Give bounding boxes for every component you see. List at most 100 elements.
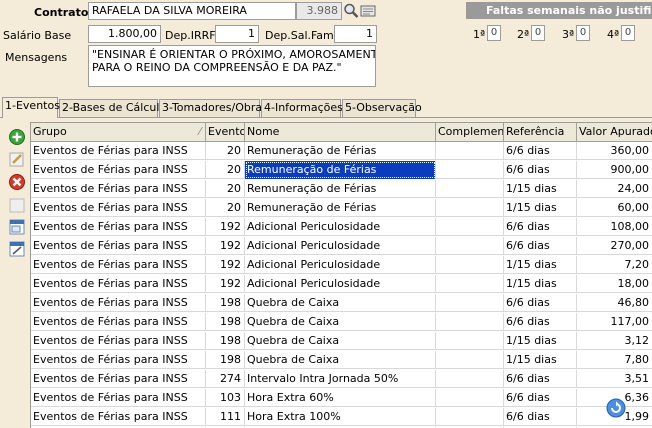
tab-tomadores-obras[interactable]: 3-Tomadores/Obras [159,99,268,117]
cell-valor[interactable]: 3,51 [577,370,652,388]
cell-referencia[interactable]: 1/15 dias [504,180,577,198]
cell-evento[interactable]: 192 [206,275,245,293]
search-icon[interactable] [343,2,359,20]
cell-complemento[interactable] [436,313,504,331]
cell-referencia[interactable]: 1/15 dias [504,199,577,217]
cell-referencia[interactable]: 6/6 dias [504,218,577,236]
cell-evento[interactable]: 103 [206,389,245,407]
cell-nome[interactable]: Remuneração de Férias [245,161,436,179]
cell-nome[interactable]: Adicional Periculosidade [245,256,436,274]
cell-referencia[interactable]: 6/6 dias [504,142,577,160]
cell-complemento[interactable] [436,370,504,388]
cell-valor[interactable]: 24,00 [577,180,652,198]
week-4-field[interactable]: 0 [621,25,635,41]
table-row[interactable]: Eventos de Férias para INSS 20 Remuneração… [31,180,652,198]
cell-evento[interactable]: 192 [206,218,245,236]
cell-complemento[interactable] [436,351,504,369]
cell-evento[interactable]: 192 [206,237,245,255]
tab-eventos[interactable]: 1-Eventos [2,97,60,118]
cell-grupo[interactable]: Eventos de Férias para INSS [31,351,206,369]
cell-valor[interactable]: 117,00 [577,313,652,331]
cell-valor[interactable]: 18,00 [577,275,652,293]
cell-referencia[interactable]: 1/15 dias [504,332,577,350]
cell-referencia[interactable]: 6/6 dias [504,294,577,312]
cell-grupo[interactable]: Eventos de Férias para INSS [31,218,206,236]
cell-grupo[interactable]: Eventos de Férias para INSS [31,161,206,179]
week-2-field[interactable]: 0 [531,25,545,41]
cell-valor[interactable]: 108,00 [577,218,652,236]
col-complemento-header[interactable]: Complemento [436,123,504,141]
cell-nome[interactable]: Quebra de Caixa [245,294,436,312]
week-1-field[interactable]: 0 [487,25,501,41]
cell-valor[interactable]: 270,00 [577,237,652,255]
cell-complemento[interactable] [436,199,504,217]
tab-bases-calculo[interactable]: 2-Bases de Cálculo [59,99,166,117]
table-row[interactable]: Eventos de Férias para INSS 198 Quebra de … [31,313,652,331]
table-row[interactable]: Eventos de Férias para INSS 198 Quebra de … [31,332,652,350]
cell-evento[interactable]: 198 [206,313,245,331]
cell-grupo[interactable]: Eventos de Férias para INSS [31,370,206,388]
cell-nome[interactable]: Quebra de Caixa [245,351,436,369]
cell-evento[interactable]: 111 [206,408,245,426]
cell-nome[interactable]: Intervalo Intra Jornada 50% [245,370,436,388]
salario-field[interactable]: 1.800,00 [88,25,161,43]
cell-evento[interactable]: 198 [206,351,245,369]
cell-grupo[interactable]: Eventos de Férias para INSS [31,275,206,293]
cell-grupo[interactable]: Eventos de Férias para INSS [31,389,206,407]
cell-grupo[interactable]: Eventos de Férias para INSS [31,199,206,217]
cell-evento[interactable]: 274 [206,370,245,388]
delete-icon[interactable] [8,173,26,191]
cell-evento[interactable]: 20 [206,161,245,179]
cell-nome[interactable]: Remuneração de Férias [245,142,436,160]
cell-nome[interactable]: Remuneração de Férias [245,199,436,217]
table-row[interactable]: Eventos de Férias para INSS 192 Adicional … [31,218,652,236]
cell-valor[interactable]: 3,12 [577,332,652,350]
refresh-icon[interactable] [606,398,626,418]
contrato-code-field[interactable]: 3.988 [296,2,342,20]
col-evento-header[interactable]: Evento [206,123,245,141]
cell-evento[interactable]: 20 [206,180,245,198]
dep-irrf-field[interactable]: 1 [215,25,259,43]
table-row[interactable]: Eventos de Férias para INSS 20 Remuneração… [31,199,652,217]
cell-grupo[interactable]: Eventos de Férias para INSS [31,313,206,331]
cell-nome[interactable]: Quebra de Caixa [245,332,436,350]
cell-complemento[interactable] [436,256,504,274]
col-nome-header[interactable]: Nome [245,123,436,141]
cell-nome[interactable]: Hora Extra 100% [245,408,436,426]
cell-evento[interactable]: 198 [206,294,245,312]
table-row[interactable]: Eventos de Férias para INSS 103 Hora Extra… [31,389,652,407]
cell-nome[interactable]: Quebra de Caixa [245,313,436,331]
cell-grupo[interactable]: Eventos de Férias para INSS [31,294,206,312]
cell-referencia[interactable]: 6/6 dias [504,370,577,388]
cell-complemento[interactable] [436,389,504,407]
cell-evento[interactable]: 20 [206,142,245,160]
cell-complemento[interactable] [436,408,504,426]
cell-nome[interactable]: Hora Extra 60% [245,389,436,407]
add-icon[interactable] [8,128,26,146]
contrato-name-field[interactable]: RAFAELA DA SILVA MOREIRA [88,2,296,20]
cell-grupo[interactable]: Eventos de Férias para INSS [31,408,206,426]
cell-valor[interactable]: 7,80 [577,351,652,369]
cell-valor[interactable]: 900,00 [577,161,652,179]
table-row[interactable]: Eventos de Férias para INSS 192 Adicional … [31,237,652,255]
cell-valor[interactable]: 46,80 [577,294,652,312]
col-referencia-header[interactable]: Referência [504,123,577,141]
table-row[interactable]: Eventos de Férias para INSS 111 Hora Extra… [31,408,652,426]
col-grupo-header[interactable]: Grupo ⁄ [31,123,206,141]
cell-nome[interactable]: Remuneração de Férias [245,180,436,198]
cell-complemento[interactable] [436,142,504,160]
cell-grupo[interactable]: Eventos de Férias para INSS [31,142,206,160]
table-row[interactable]: Eventos de Férias para INSS 20 Remuneração… [31,161,652,179]
cell-grupo[interactable]: Eventos de Férias para INSS [31,237,206,255]
cell-complemento[interactable] [436,180,504,198]
cell-referencia[interactable]: 1/15 dias [504,275,577,293]
cell-complemento[interactable] [436,332,504,350]
cell-nome[interactable]: Adicional Periculosidade [245,218,436,236]
cell-nome[interactable]: Adicional Periculosidade [245,237,436,255]
cell-evento[interactable]: 198 [206,332,245,350]
cell-referencia[interactable]: 1/15 dias [504,351,577,369]
cell-referencia[interactable]: 6/6 dias [504,408,577,426]
tab-informacoes[interactable]: 4-Informações [261,99,343,117]
cell-complemento[interactable] [436,237,504,255]
copy-icon[interactable] [8,218,26,236]
